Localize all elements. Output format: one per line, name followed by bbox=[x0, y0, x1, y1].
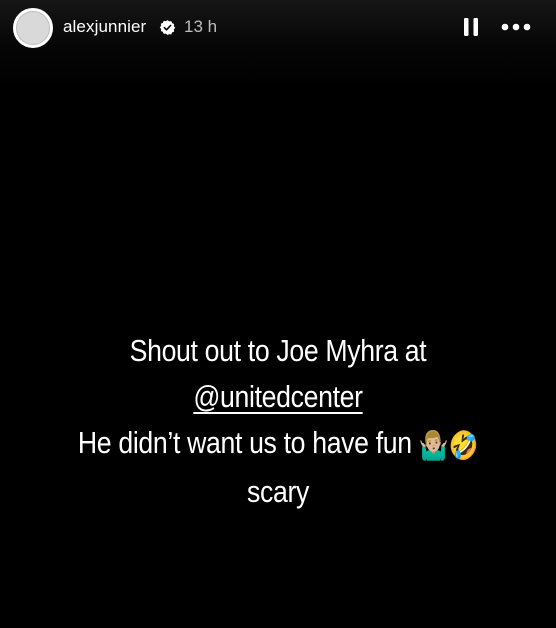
story-header: alexjunnier 13 h bbox=[0, 0, 556, 56]
post-timestamp: 13 h bbox=[184, 17, 218, 36]
caption-line-4: scary bbox=[246, 474, 309, 509]
avatar[interactable] bbox=[13, 8, 53, 48]
verified-badge-icon bbox=[159, 20, 176, 35]
mention-link[interactable]: @unitedcenter bbox=[193, 379, 363, 414]
caption-line-3-text: He didn’t want us to have fun bbox=[77, 425, 412, 460]
caption-line-3: He didn’t want us to have fun 🤷🏼‍♂️🤣 bbox=[39, 420, 517, 469]
caption-line-2: @unitedcenter bbox=[39, 374, 517, 420]
caption-line-1: Shout out to Joe Myhra at bbox=[129, 333, 427, 368]
story-viewer[interactable]: alexjunnier 13 h Shout out to Joe Myhra … bbox=[0, 0, 556, 628]
laughing-emoji-icon: 🤣 bbox=[448, 429, 479, 462]
avatar-image bbox=[16, 11, 50, 45]
more-options-icon[interactable] bbox=[500, 16, 532, 38]
story-caption: Shout out to Joe Myhra at @unitedcenter … bbox=[39, 328, 517, 515]
shrug-emoji-icon: 🤷🏼‍♂️ bbox=[418, 429, 449, 462]
username[interactable]: alexjunnier bbox=[63, 17, 146, 37]
pause-icon[interactable] bbox=[460, 16, 482, 38]
